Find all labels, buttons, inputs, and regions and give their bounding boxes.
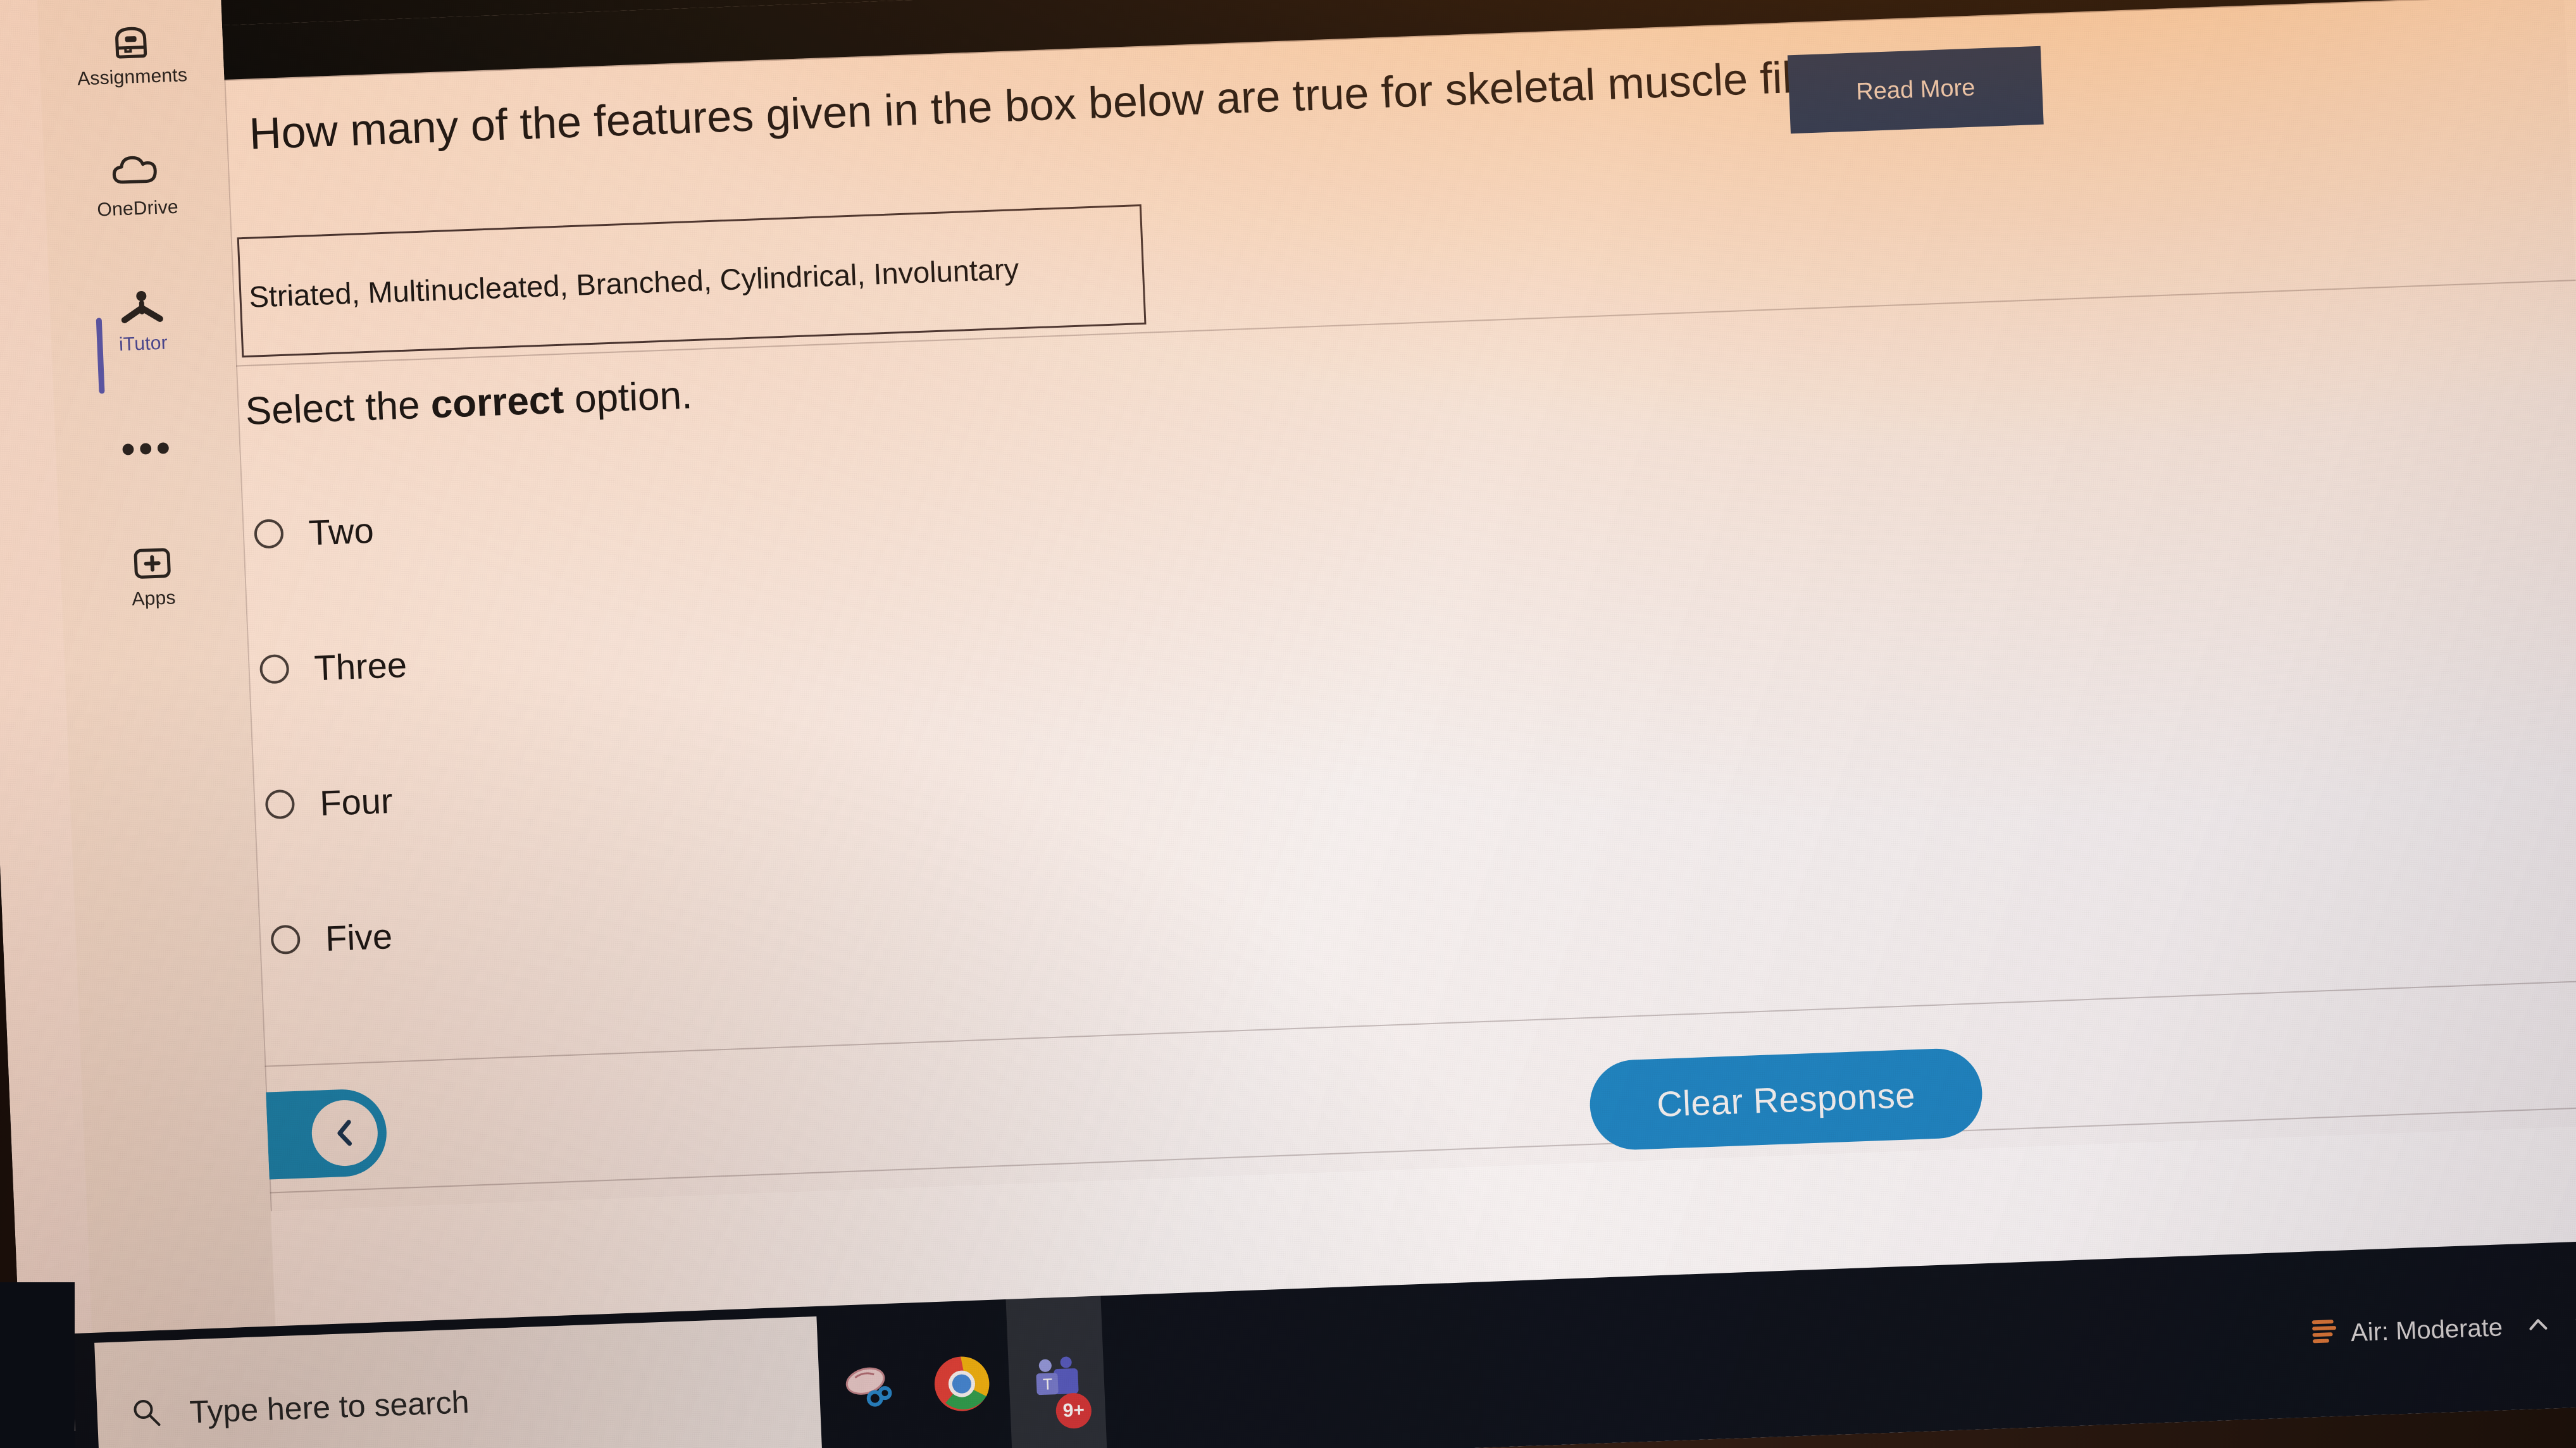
sidebar-item-itutor[interactable]: iTutor bbox=[49, 286, 235, 359]
radio-button[interactable] bbox=[259, 653, 290, 684]
previous-question-button[interactable] bbox=[266, 1087, 389, 1180]
features-box: Striated, Multinucleated, Branched, Cyli… bbox=[237, 204, 1147, 358]
taskbar-teams-button[interactable]: T 9+ bbox=[1005, 1296, 1108, 1448]
instruction-suffix: option. bbox=[563, 373, 694, 422]
svg-text:T: T bbox=[1043, 1375, 1053, 1394]
chevron-left-icon bbox=[310, 1099, 379, 1167]
option-label: Five bbox=[324, 915, 394, 958]
instruction-bold: correct bbox=[430, 378, 565, 427]
system-tray: Air: Moderate ENG bbox=[2306, 1237, 2576, 1418]
radio-button[interactable] bbox=[253, 519, 284, 549]
taskbar-chrome-button[interactable] bbox=[911, 1299, 1013, 1448]
sidebar-item-apps[interactable]: Apps bbox=[59, 540, 246, 613]
answer-option-four[interactable]: Four bbox=[264, 738, 1215, 836]
screen-edge-shadow bbox=[0, 1282, 75, 1448]
option-label: Four bbox=[319, 780, 394, 823]
option-label: Three bbox=[313, 644, 408, 688]
answer-options-group: Two Three Four Five bbox=[253, 468, 1224, 1044]
screen-surface: Teams Assignments bbox=[0, 0, 2576, 1448]
sidebar-item-more[interactable]: ••• bbox=[56, 426, 240, 472]
teams-main-content: ...ical-2026(XI Studying-P1&2)_Test-01 H… bbox=[218, 0, 2576, 1328]
read-more-button[interactable]: Read More bbox=[1787, 46, 2044, 134]
air-quality-icon bbox=[2308, 1314, 2341, 1354]
features-list-text: Striated, Multinucleated, Branched, Cyli… bbox=[248, 251, 1020, 314]
search-placeholder-text: Type here to search bbox=[189, 1384, 470, 1430]
assignments-backpack-icon bbox=[39, 19, 223, 65]
assignment-question-card: How many of the features given in the bo… bbox=[224, 0, 2576, 1211]
teams-unread-badge: 9+ bbox=[1055, 1392, 1092, 1430]
screen-perspective-wrapper: Teams Assignments bbox=[0, 0, 2576, 1448]
sidebar-item-label: OneDrive bbox=[96, 196, 179, 221]
instruction-prefix: Select the bbox=[244, 383, 432, 434]
radio-button[interactable] bbox=[270, 924, 301, 955]
itutor-person-icon bbox=[49, 286, 234, 332]
snipping-tool-icon bbox=[845, 1367, 892, 1407]
clear-response-button[interactable]: Clear Response bbox=[1588, 1047, 1984, 1151]
sidebar-item-label: Assignments bbox=[77, 65, 188, 90]
sidebar-item-assignments[interactable]: Assignments bbox=[39, 19, 225, 92]
option-label: Two bbox=[308, 510, 375, 553]
taskbar-snipping-tool-button[interactable] bbox=[816, 1303, 918, 1448]
air-quality-label: Air: Moderate bbox=[2350, 1313, 2503, 1347]
answer-option-three[interactable]: Three bbox=[259, 603, 1210, 702]
network-wifi-icon[interactable] bbox=[2573, 1308, 2576, 1340]
divider-bottom bbox=[270, 1106, 2576, 1194]
answer-option-five[interactable]: Five bbox=[270, 874, 1221, 972]
sidebar-item-label: Apps bbox=[131, 587, 177, 610]
answer-option-two[interactable]: Two bbox=[253, 468, 1204, 566]
select-instruction: Select the correct option. bbox=[244, 373, 694, 434]
apps-plus-icon bbox=[59, 540, 244, 586]
search-input[interactable]: Type here to search bbox=[94, 1316, 823, 1448]
onedrive-cloud-icon bbox=[44, 151, 228, 197]
air-quality-widget[interactable]: Air: Moderate bbox=[2308, 1308, 2503, 1354]
show-hidden-icons-chevron-up-icon[interactable] bbox=[2523, 1310, 2553, 1342]
sidebar-item-onedrive[interactable]: OneDrive bbox=[44, 151, 230, 223]
sidebar-item-label: iTutor bbox=[118, 332, 168, 356]
search-icon bbox=[130, 1395, 164, 1432]
laptop-screen-photo: Teams Assignments bbox=[0, 0, 2576, 1448]
radio-button[interactable] bbox=[264, 789, 296, 820]
more-options-icon: ••• bbox=[120, 426, 175, 472]
chrome-icon bbox=[934, 1356, 990, 1411]
